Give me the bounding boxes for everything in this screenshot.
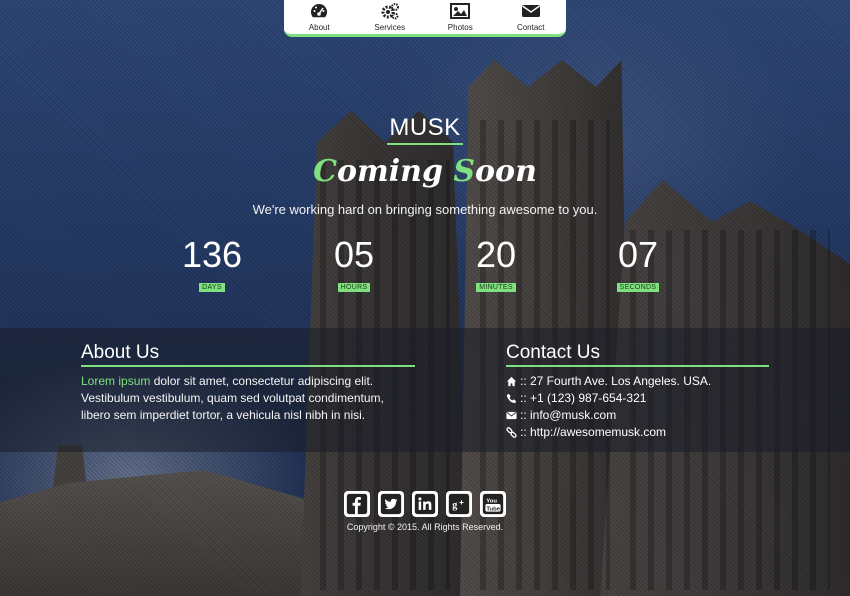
link-icon xyxy=(506,427,517,438)
contact-text: :: 27 Fourth Ave. Los Angeles. USA. xyxy=(520,374,712,388)
contact-text[interactable]: :: info@musk.com xyxy=(520,407,616,424)
twitter-icon xyxy=(380,493,402,515)
top-nav: About Services Photos Contact xyxy=(284,0,566,37)
contact-title: Contact Us xyxy=(506,342,769,367)
facebook-icon xyxy=(346,493,368,515)
countdown-label: DAYS xyxy=(199,283,225,292)
countdown-label: SECONDS xyxy=(616,283,660,292)
about-highlight-link[interactable]: Lorem ipsum xyxy=(81,374,150,388)
page-title: Coming Soon xyxy=(0,154,850,189)
phone-icon xyxy=(506,393,517,404)
social-links: g + You Tube xyxy=(0,491,850,517)
nav-label: Services xyxy=(374,23,406,32)
twitter-icon[interactable] xyxy=(378,491,404,517)
title-rest: oming xyxy=(336,154,454,189)
picture-icon xyxy=(450,3,471,19)
countdown-value: 07 xyxy=(617,234,659,275)
countdown-label: HOURS xyxy=(337,283,371,292)
countdown-hours: 05 HOURS xyxy=(304,234,404,294)
brand-text: MUSK xyxy=(387,115,463,145)
contact-email: :: info@musk.com xyxy=(506,407,769,424)
google-plus-icon[interactable]: g + xyxy=(446,491,472,517)
contact-text: :: +1 (123) 987-654-321 xyxy=(520,391,647,405)
contact-text[interactable]: :: http://awesomemusk.com xyxy=(520,424,666,441)
copyright-text: Copyright © 2015. All Rights Reserved. xyxy=(346,522,504,532)
tagline: We're working hard on bringing something… xyxy=(252,202,598,217)
countdown-label: MINUTES xyxy=(476,283,516,292)
brand-name: MUSK xyxy=(0,114,850,145)
contact-website: :: http://awesomemusk.com xyxy=(506,424,769,441)
nav-item-about[interactable]: About xyxy=(284,0,354,34)
nav-item-photos[interactable]: Photos xyxy=(425,0,495,34)
dashboard-icon xyxy=(311,3,328,18)
envelope-icon xyxy=(521,5,540,17)
linkedin-icon[interactable] xyxy=(412,491,438,517)
svg-text:g: g xyxy=(452,500,457,511)
countdown-days: 136 DAYS xyxy=(162,234,262,294)
home-icon xyxy=(506,376,517,387)
countdown-value: 20 xyxy=(475,234,517,275)
about-text: Lorem ipsum dolor sit amet, consectetur … xyxy=(81,373,415,424)
nav-label: About xyxy=(308,23,330,32)
linkedin-icon xyxy=(414,493,436,515)
contact-list: :: 27 Fourth Ave. Los Angeles. USA. :: +… xyxy=(506,373,769,441)
gears-icon xyxy=(381,3,399,20)
countdown-seconds: 07 SECONDS xyxy=(588,234,688,294)
nav-label: Contact xyxy=(516,23,545,32)
countdown-value: 136 xyxy=(181,234,243,275)
title-rest: oon xyxy=(475,154,537,189)
youtube-icon: You Tube xyxy=(482,493,504,515)
svg-text:Tube: Tube xyxy=(486,506,500,512)
facebook-icon[interactable] xyxy=(344,491,370,517)
nav-label: Photos xyxy=(447,23,473,32)
contact-section: Contact Us :: 27 Fourth Ave. Los Angeles… xyxy=(506,342,769,441)
contact-address: :: 27 Fourth Ave. Los Angeles. USA. xyxy=(506,373,769,390)
about-title: About Us xyxy=(81,342,415,367)
contact-phone: :: +1 (123) 987-654-321 xyxy=(506,390,769,407)
google-plus-icon: g + xyxy=(448,493,470,515)
countdown-minutes: 20 MINUTES xyxy=(446,234,546,294)
nav-item-contact[interactable]: Contact xyxy=(496,0,566,34)
svg-text:+: + xyxy=(459,497,464,507)
svg-text:You: You xyxy=(486,498,497,504)
envelope-icon xyxy=(506,411,517,420)
nav-item-services[interactable]: Services xyxy=(355,0,425,34)
countdown-value: 05 xyxy=(333,234,375,275)
countdown: 136 DAYS 05 HOURS 20 MINUTES 07 SECONDS xyxy=(0,234,850,294)
title-initial: C xyxy=(313,154,337,189)
about-section: About Us Lorem ipsum dolor sit amet, con… xyxy=(81,342,415,424)
title-initial: S xyxy=(453,154,476,189)
youtube-icon[interactable]: You Tube xyxy=(480,491,506,517)
